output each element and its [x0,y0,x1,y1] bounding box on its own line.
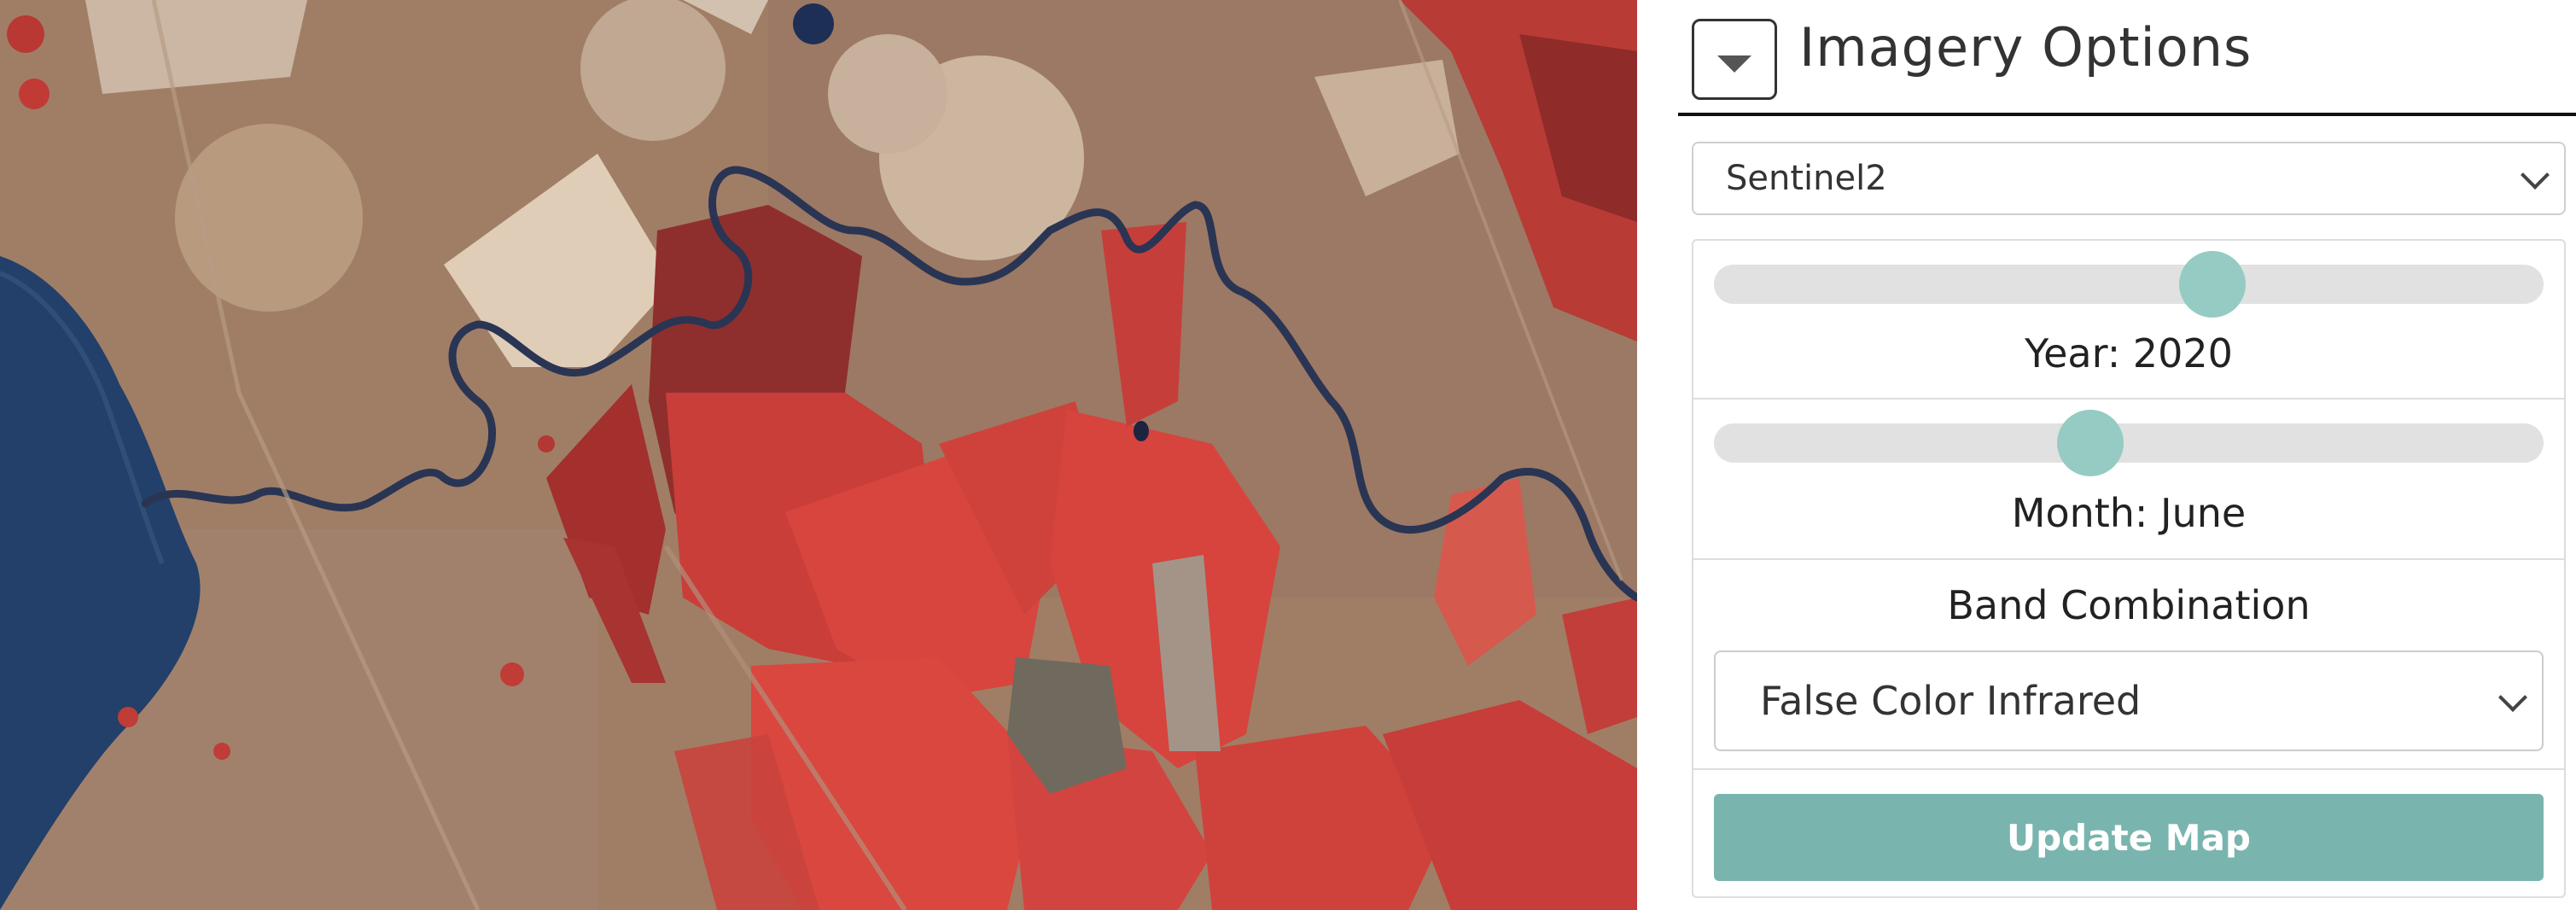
options-card: Year: 2020 Month: June Band Combination … [1692,239,2566,898]
chevron-down-icon [2521,160,2550,190]
year-label: Year: 2020 [2025,330,2233,376]
caret-down-icon [1717,55,1751,73]
band-combination-label: Band Combination [1947,582,2311,628]
month-slider-thumb[interactable] [2057,410,2124,476]
map-imagery [0,0,1637,910]
divider [1693,768,2564,770]
update-map-button[interactable]: Update Map [1714,794,2544,881]
sensor-select-value: Sentinel2 [1726,159,1887,198]
month-label: Month: June [2011,490,2247,536]
panel-title: Imagery Options [1799,16,2253,79]
satellite-map[interactable] [0,0,1637,910]
month-slider[interactable] [1714,410,2544,476]
year-slider[interactable] [1714,251,2544,318]
divider [1693,398,2564,400]
band-combination-value: False Color Infrared [1760,678,2142,724]
collapse-panel-button[interactable] [1692,19,1777,100]
band-combination-select[interactable]: False Color Infrared [1714,650,2544,751]
year-slider-thumb[interactable] [2179,251,2246,318]
divider [1693,558,2564,560]
sensor-select[interactable]: Sentinel2 [1692,142,2566,215]
imagery-options-panel: Imagery Options Sentinel2 Year: 2020 Mon… [1637,0,2576,910]
chevron-down-icon [2498,683,2527,712]
title-divider [1678,113,2576,116]
